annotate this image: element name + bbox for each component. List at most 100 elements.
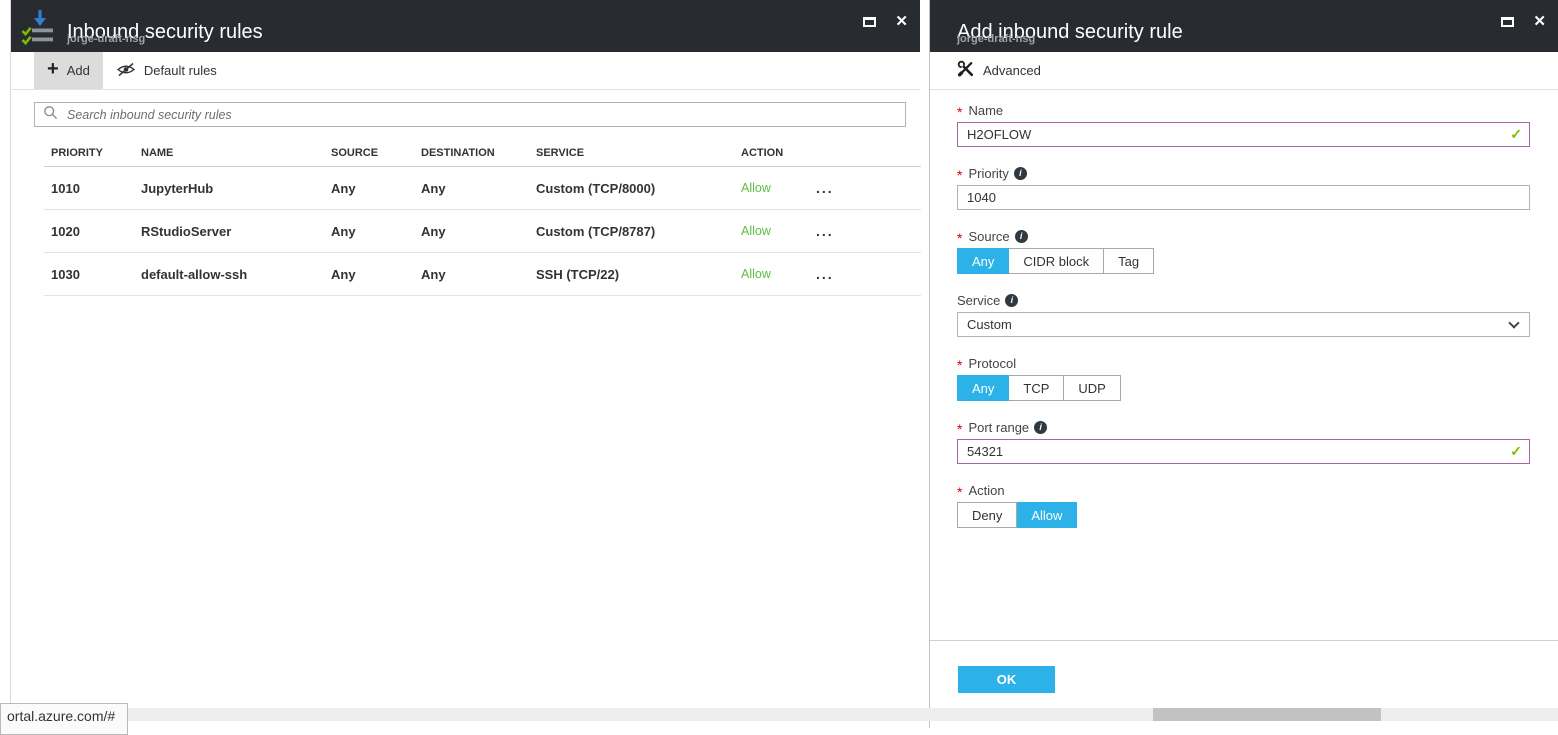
cell-priority: 1030 <box>51 267 141 282</box>
horizontal-scrollbar-thumb[interactable] <box>1153 708 1381 721</box>
inbound-security-rules-blade: Inbound security rules jorge-draft-nsg ✕… <box>10 0 920 728</box>
right-blade-header: Add inbound security rule jorge-draft-ns… <box>930 0 1558 52</box>
info-icon[interactable]: i <box>1015 230 1028 243</box>
chevron-down-icon <box>1508 317 1519 328</box>
action-field-group: * Action Deny Allow <box>957 482 1531 528</box>
name-field-group: * Name ✓ <box>957 102 1531 147</box>
required-marker: * <box>957 484 962 500</box>
right-blade-subtitle: jorge-draft-nsg <box>957 33 1035 45</box>
horizontal-scrollbar[interactable] <box>0 708 1558 721</box>
valid-check-icon: ✓ <box>1510 126 1522 143</box>
plus-icon: + <box>47 60 59 78</box>
cell-destination: Any <box>421 224 536 239</box>
maximize-button[interactable] <box>1501 17 1514 27</box>
col-destination: DESTINATION <box>421 147 536 159</box>
protocol-toggle-group: Any TCP UDP <box>957 375 1531 401</box>
eye-slash-icon <box>116 62 136 80</box>
close-icon: ✕ <box>1533 15 1546 29</box>
col-source: SOURCE <box>331 147 421 159</box>
browser-status-url: ortal.azure.com/# <box>0 703 128 735</box>
left-window-controls: ✕ <box>863 15 908 29</box>
table-row[interactable]: 1030 default-allow-ssh Any Any SSH (TCP/… <box>44 253 921 296</box>
cell-service: SSH (TCP/22) <box>536 267 741 282</box>
footer-divider <box>930 640 1558 641</box>
maximize-icon <box>1501 17 1514 27</box>
protocol-field-group: * Protocol Any TCP UDP <box>957 355 1531 401</box>
port-range-label: * Port range i <box>957 419 1531 435</box>
cell-service: Custom (TCP/8000) <box>536 181 741 196</box>
close-button[interactable]: ✕ <box>1533 15 1546 29</box>
protocol-option-tcp[interactable]: TCP <box>1009 375 1064 401</box>
col-service: SERVICE <box>536 147 741 159</box>
service-select[interactable]: Custom <box>957 312 1530 337</box>
info-icon[interactable]: i <box>1005 294 1018 307</box>
close-icon: ✕ <box>895 15 908 29</box>
source-option-any[interactable]: Any <box>957 248 1009 274</box>
close-button[interactable]: ✕ <box>895 15 908 29</box>
add-inbound-rule-blade: Add inbound security rule jorge-draft-ns… <box>929 0 1558 728</box>
required-marker: * <box>957 167 962 183</box>
row-menu-button[interactable]: ... <box>816 226 921 236</box>
valid-check-icon: ✓ <box>1510 443 1522 460</box>
port-range-input[interactable] <box>957 439 1530 464</box>
add-rule-form: * Name ✓ * Priority i * Source i <box>930 90 1558 528</box>
cell-name: default-allow-ssh <box>141 267 331 282</box>
search-icon <box>43 105 58 125</box>
search-input[interactable] <box>65 103 905 126</box>
protocol-option-any[interactable]: Any <box>957 375 1009 401</box>
info-icon[interactable]: i <box>1014 167 1027 180</box>
cell-destination: Any <box>421 181 536 196</box>
source-option-tag[interactable]: Tag <box>1104 248 1154 274</box>
rules-table-header: PRIORITY NAME SOURCE DESTINATION SERVICE… <box>44 139 921 167</box>
source-field-group: * Source i Any CIDR block Tag <box>957 228 1531 274</box>
col-action: ACTION <box>741 147 816 159</box>
cell-source: Any <box>331 181 421 196</box>
row-menu-button[interactable]: ... <box>816 269 921 279</box>
protocol-label: * Protocol <box>957 355 1531 371</box>
action-toggle-group: Deny Allow <box>957 502 1531 528</box>
action-option-deny[interactable]: Deny <box>957 502 1017 528</box>
inbound-rules-icon <box>19 7 59 52</box>
cell-source: Any <box>331 224 421 239</box>
maximize-icon <box>863 17 876 27</box>
right-window-controls: ✕ <box>1501 15 1546 29</box>
row-menu-button[interactable]: ... <box>816 183 921 193</box>
source-toggle-group: Any CIDR block Tag <box>957 248 1531 274</box>
cell-action: Allow <box>741 224 816 238</box>
col-name: NAME <box>141 147 331 159</box>
col-priority: PRIORITY <box>51 147 141 159</box>
action-label: * Action <box>957 482 1531 498</box>
ok-button[interactable]: OK <box>958 666 1055 693</box>
right-toolbar: Advanced <box>930 52 1558 90</box>
add-rule-label: Add <box>67 63 90 78</box>
table-row[interactable]: 1010 JupyterHub Any Any Custom (TCP/8000… <box>44 167 921 210</box>
name-label: * Name <box>957 102 1531 118</box>
protocol-option-udp[interactable]: UDP <box>1064 375 1120 401</box>
left-toolbar: + Add Default rules <box>11 52 920 90</box>
source-option-cidr-block[interactable]: CIDR block <box>1009 248 1104 274</box>
add-rule-button[interactable]: + Add <box>34 52 103 89</box>
required-marker: * <box>957 357 962 373</box>
left-blade-header: Inbound security rules jorge-draft-nsg ✕ <box>11 0 920 52</box>
port-range-field-group: * Port range i ✓ <box>957 419 1531 464</box>
priority-input[interactable] <box>957 185 1530 210</box>
priority-label: * Priority i <box>957 165 1531 181</box>
search-box <box>34 102 906 127</box>
default-rules-button[interactable]: Default rules <box>103 52 230 89</box>
priority-field-group: * Priority i <box>957 165 1531 210</box>
cell-destination: Any <box>421 267 536 282</box>
service-selected-value: Custom <box>967 317 1012 332</box>
default-rules-label: Default rules <box>144 63 217 78</box>
name-input[interactable] <box>957 122 1530 147</box>
tools-icon <box>957 60 975 81</box>
service-label: Service i <box>957 292 1531 308</box>
rules-table: PRIORITY NAME SOURCE DESTINATION SERVICE… <box>44 139 921 296</box>
advanced-label: Advanced <box>983 63 1041 78</box>
action-option-allow[interactable]: Allow <box>1017 502 1077 528</box>
maximize-button[interactable] <box>863 17 876 27</box>
cell-action: Allow <box>741 181 816 195</box>
info-icon[interactable]: i <box>1034 421 1047 434</box>
cell-source: Any <box>331 267 421 282</box>
advanced-button[interactable]: Advanced <box>957 52 1054 89</box>
table-row[interactable]: 1020 RStudioServer Any Any Custom (TCP/8… <box>44 210 921 253</box>
